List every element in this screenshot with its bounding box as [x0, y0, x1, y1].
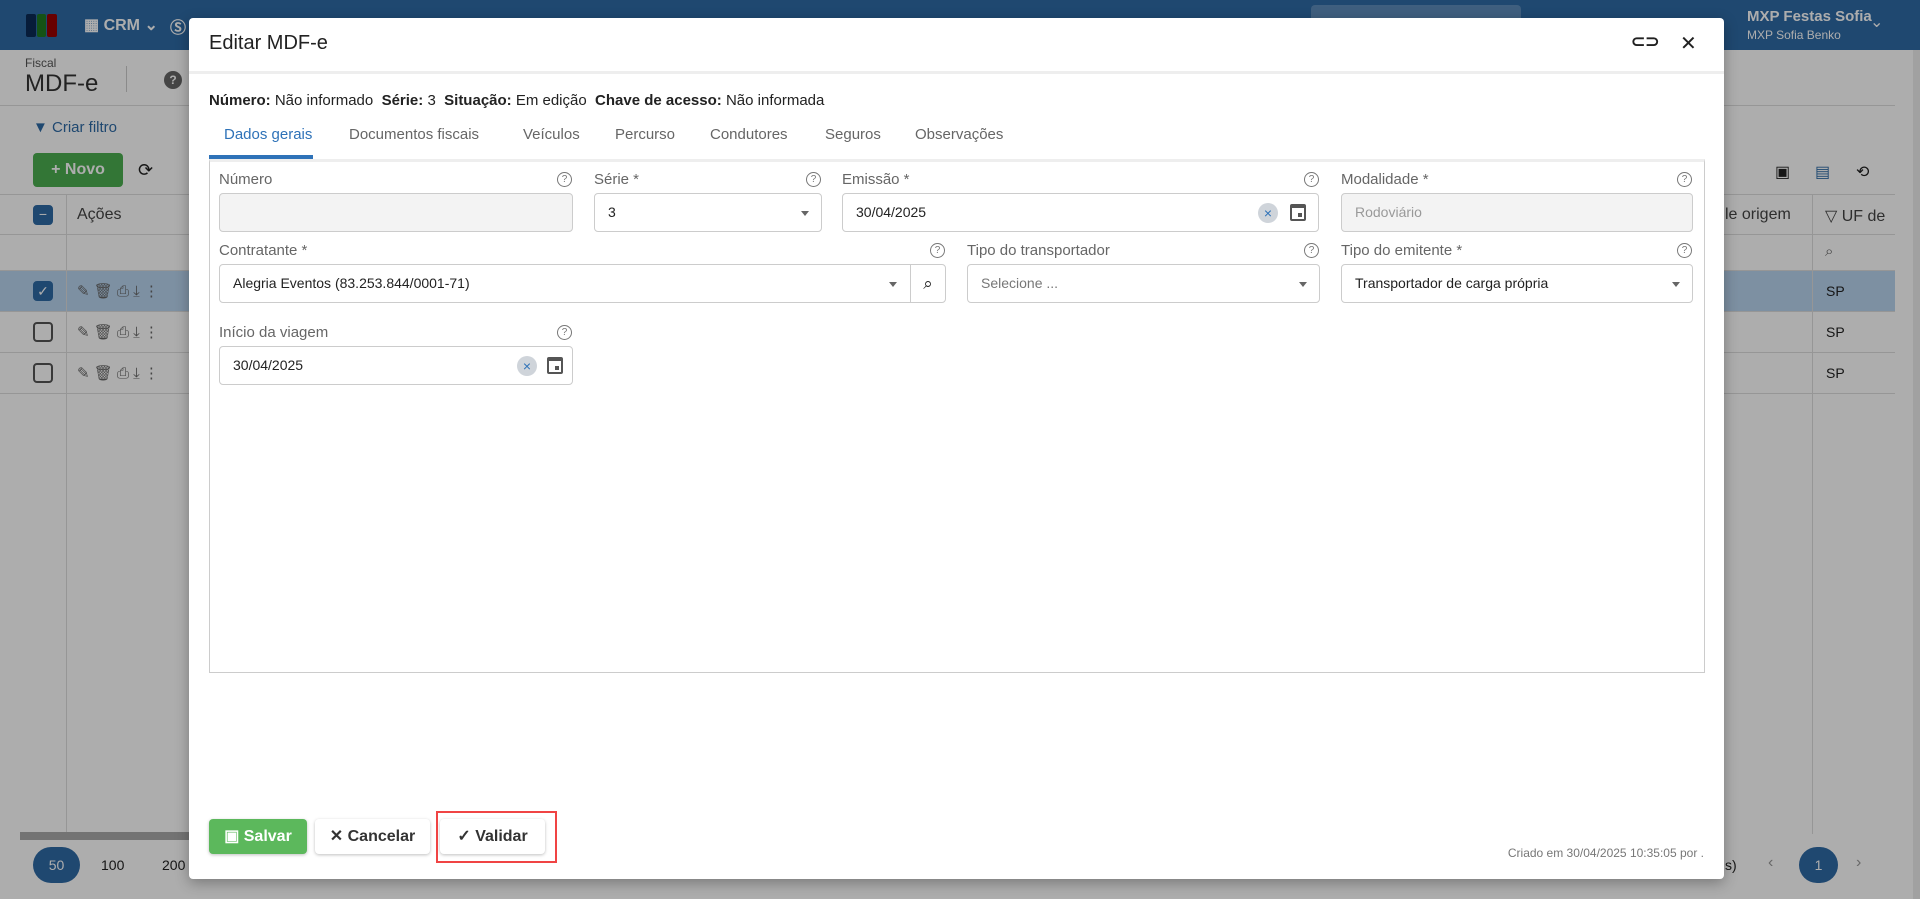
cancel-button[interactable]: ✕ Cancelar	[315, 819, 430, 854]
save-icon: ▣	[224, 828, 244, 845]
tipo-emitente-label: Tipo do emitente *	[1341, 242, 1463, 259]
clear-icon[interactable]: ×	[517, 356, 537, 376]
clear-icon[interactable]: ×	[1258, 203, 1278, 223]
highlight-box	[436, 811, 557, 863]
dialog-title: Editar MDF-e	[209, 32, 328, 54]
link-icon[interactable]: ⊂⊃	[1631, 32, 1660, 52]
help-icon[interactable]: ?	[1304, 172, 1319, 187]
tab-seguros[interactable]: Seguros	[825, 126, 881, 143]
contratante-select[interactable]: Alegria Eventos (83.253.844/0001-71) ⌕	[219, 264, 946, 303]
help-icon[interactable]: ?	[806, 172, 821, 187]
help-icon[interactable]: ?	[557, 172, 572, 187]
divider	[189, 71, 1724, 74]
document-info: Número: Não informado Série: 3 Situação:…	[209, 92, 825, 109]
serie-label: Série *	[594, 171, 640, 188]
help-icon[interactable]: ?	[557, 325, 572, 340]
help-icon[interactable]: ?	[1304, 243, 1319, 258]
tab-percurso[interactable]: Percurso	[615, 126, 675, 143]
close-icon[interactable]: ✕	[1680, 31, 1697, 56]
serie-select[interactable]: 3	[594, 193, 822, 232]
help-icon[interactable]: ?	[1677, 243, 1692, 258]
modalidade-input[interactable]: Rodoviário	[1341, 193, 1693, 232]
numero-input[interactable]	[219, 193, 573, 232]
search-button[interactable]: ⌕	[910, 265, 945, 302]
chevron-down-icon	[801, 211, 809, 216]
tab-documentos-fiscais[interactable]: Documentos fiscais	[349, 126, 479, 143]
calendar-icon[interactable]	[547, 357, 563, 374]
tab-observacoes[interactable]: Observações	[915, 126, 1003, 143]
calendar-icon[interactable]	[1290, 204, 1306, 221]
help-icon[interactable]: ?	[930, 243, 945, 258]
tipo-emitente-select[interactable]: Transportador de carga própria	[1341, 264, 1693, 303]
emissao-date-input[interactable]: 30/04/2025 ×	[842, 193, 1319, 232]
numero-label: Número	[219, 171, 273, 188]
chevron-down-icon	[1299, 282, 1307, 287]
chevron-down-icon	[1672, 282, 1680, 287]
inicio-viagem-date-input[interactable]: 30/04/2025 ×	[219, 346, 573, 385]
tipo-transportador-select[interactable]: Selecione ...	[967, 264, 1320, 303]
tab-condutores[interactable]: Condutores	[710, 126, 788, 143]
emissao-label: Emissão *	[842, 171, 910, 188]
close-icon: ✕	[329, 828, 348, 845]
created-info: Criado em 30/04/2025 10:35:05 por .	[1507, 846, 1704, 860]
chevron-down-icon	[889, 282, 897, 287]
edit-mdfe-dialog: Editar MDF-e ⊂⊃ ✕ Número: Não informado …	[189, 18, 1724, 879]
inicio-viagem-label: Início da viagem	[219, 324, 329, 341]
tipo-transportador-label: Tipo do transportador	[967, 242, 1110, 259]
tab-panel	[209, 159, 1705, 673]
tab-dados-gerais[interactable]: Dados gerais	[224, 126, 312, 143]
help-icon[interactable]: ?	[1677, 172, 1692, 187]
active-tab-indicator	[209, 155, 313, 159]
tab-veiculos[interactable]: Veículos	[523, 126, 580, 143]
contratante-label: Contratante *	[219, 242, 308, 259]
save-button[interactable]: ▣ Salvar	[209, 819, 307, 854]
modalidade-label: Modalidade *	[1341, 171, 1429, 188]
